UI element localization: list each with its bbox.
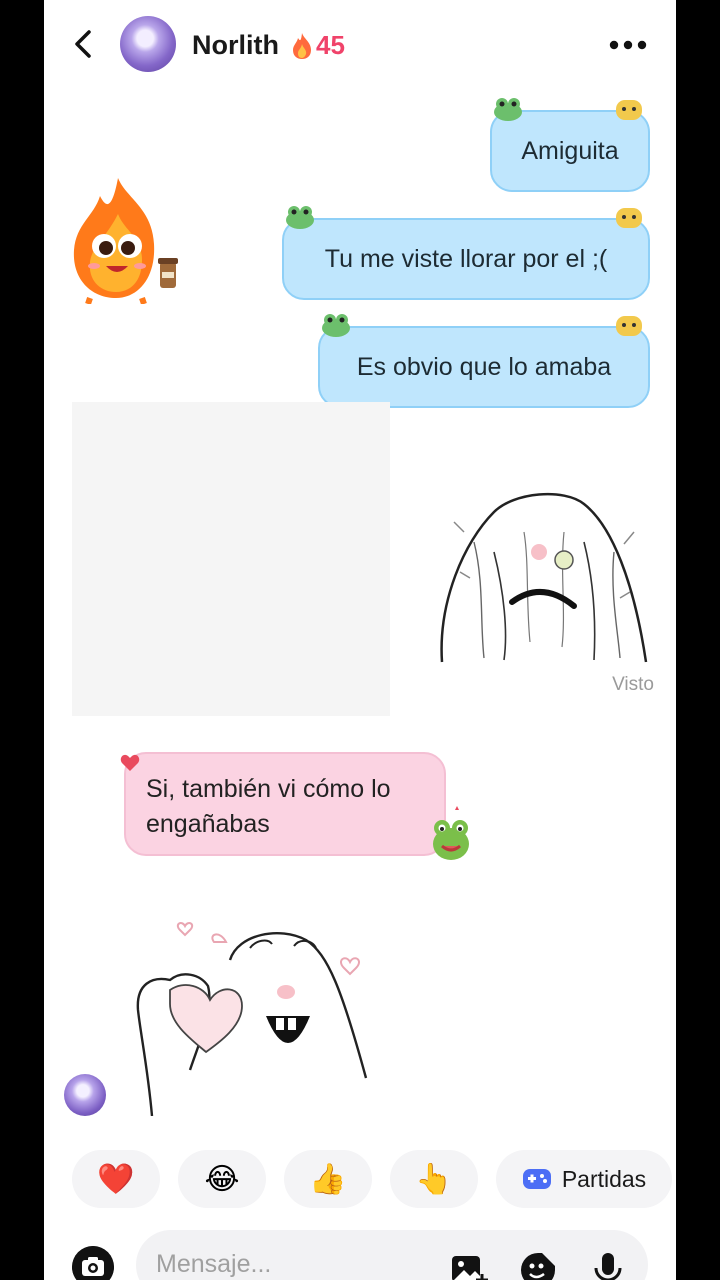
gamepad-icon: [522, 1169, 551, 1189]
message-text: Tu me viste llorar por el ;(: [324, 244, 608, 273]
reaction-pointing-button[interactable]: 👆: [390, 1150, 478, 1208]
message-bubble-outgoing[interactable]: Tu me viste llorar por el ;(: [282, 218, 650, 300]
heart-icon: ❤️: [97, 1162, 135, 1196]
message-field[interactable]: [136, 1230, 648, 1280]
chat-header: Norlith 45: [44, 0, 676, 92]
message-bubble-outgoing[interactable]: Amiguita: [490, 110, 650, 192]
cat-icon: [616, 100, 642, 120]
fire-mascot-sticker: [73, 178, 178, 304]
games-label: Partidas: [561, 1165, 647, 1192]
sticker-icon[interactable]: [518, 1250, 558, 1280]
media-placeholder: [72, 402, 390, 716]
laughing-icon: 😂: [204, 1162, 240, 1196]
games-button[interactable]: Partidas: [496, 1150, 672, 1208]
gallery-icon[interactable]: [448, 1250, 488, 1280]
message-bubble-outgoing[interactable]: Es obvio que lo amaba: [318, 326, 650, 408]
cat-icon: [616, 208, 642, 228]
fire-icon: [293, 32, 311, 59]
message-text: Es obvio que lo amaba: [356, 352, 612, 381]
chevron-left-icon[interactable]: [66, 26, 102, 62]
chat-screen: Norlith 45 Amiguita Tu me viste llorar p…: [44, 0, 676, 1280]
reaction-thumbs-up-button[interactable]: 👍: [284, 1150, 372, 1208]
frog-icon: [494, 98, 522, 121]
reaction-heart-button[interactable]: ❤️: [72, 1150, 160, 1208]
more-horizontal-icon[interactable]: [608, 40, 648, 50]
contact-name[interactable]: Norlith: [192, 30, 279, 61]
composer-bar: [44, 1228, 676, 1280]
contact-avatar[interactable]: [120, 16, 176, 72]
pointing-up-icon: 👆: [415, 1162, 453, 1196]
seen-status: Visto: [612, 674, 654, 695]
message-text: Amiguita: [521, 136, 619, 165]
crying-meme-sticker[interactable]: [434, 482, 656, 666]
heart-icon: [120, 754, 140, 771]
streak-count: 45: [316, 30, 345, 60]
cat-icon: [616, 316, 642, 336]
streak-badge: 45: [290, 30, 345, 61]
quick-reactions-bar: ❤️ 😂 👍 👆 Partidas: [72, 1150, 676, 1208]
camera-icon[interactable]: [72, 1246, 114, 1280]
frog-sticker-icon: [433, 806, 469, 860]
message-input[interactable]: [156, 1250, 436, 1279]
heart-hands-meme-sticker[interactable]: [130, 920, 370, 1116]
frog-icon: [322, 314, 350, 337]
contact-avatar-small: [64, 1074, 106, 1116]
reaction-laughing-button[interactable]: 😂: [178, 1150, 266, 1208]
message-bubble-incoming[interactable]: Si, también vi cómo lo engañabas: [124, 752, 446, 856]
message-text: Si, también vi cómo lo engañabas: [146, 775, 391, 838]
thumbs-up-icon: 👍: [309, 1162, 347, 1196]
microphone-icon[interactable]: [588, 1250, 628, 1280]
frog-icon: [286, 206, 314, 229]
